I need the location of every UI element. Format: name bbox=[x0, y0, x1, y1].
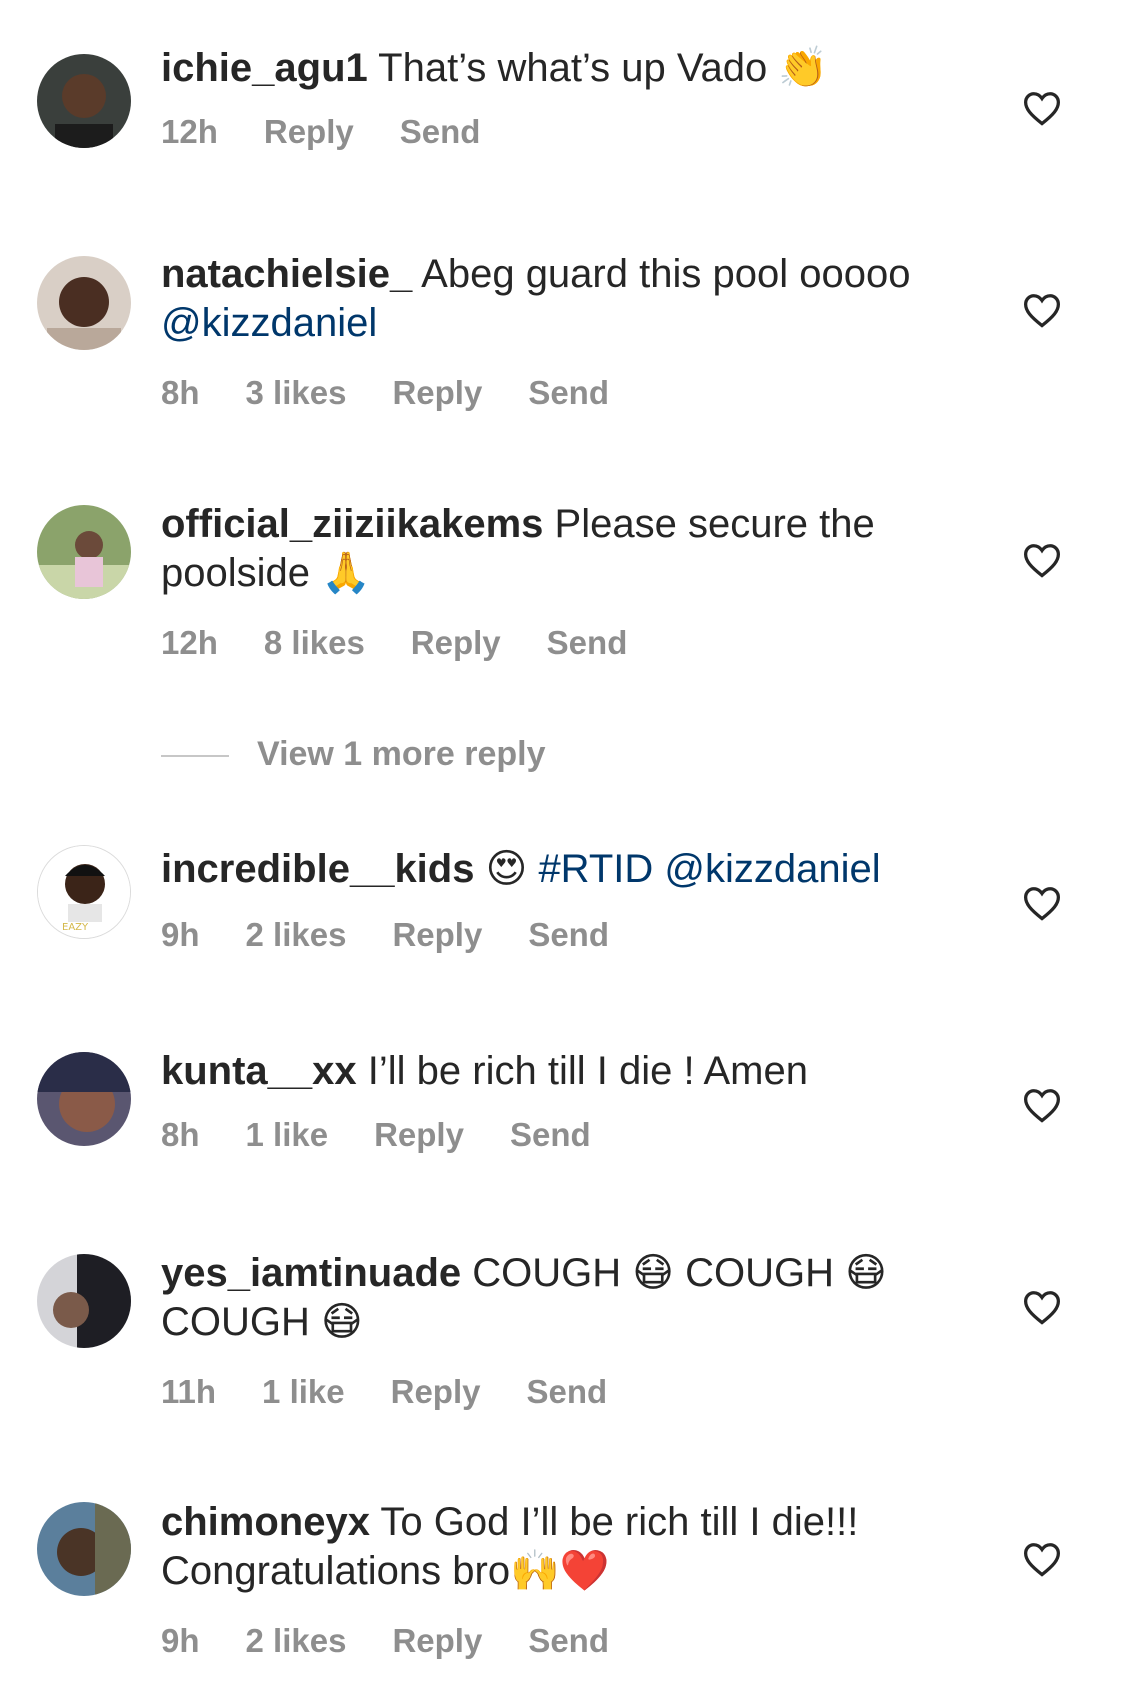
avatar[interactable] bbox=[37, 54, 131, 148]
reply-button[interactable]: Reply bbox=[411, 624, 501, 662]
avatar[interactable] bbox=[37, 1502, 131, 1596]
timestamp: 11h bbox=[161, 1373, 217, 1410]
username[interactable]: chimoneyx bbox=[161, 1500, 370, 1544]
raised-hands-emoji: 🙌 bbox=[510, 1548, 560, 1594]
avatar[interactable] bbox=[37, 1052, 131, 1146]
mask-emoji: 😷 bbox=[321, 1299, 363, 1345]
red-heart-emoji: ❤️ bbox=[559, 1548, 610, 1594]
mask-emoji: 😷 bbox=[632, 1250, 674, 1296]
reply-button[interactable]: Reply bbox=[392, 1622, 482, 1660]
username[interactable]: natachielsie_ bbox=[161, 252, 412, 296]
likes-count[interactable]: 8 likes bbox=[264, 624, 365, 662]
timestamp: 8h bbox=[161, 374, 200, 411]
reply-button[interactable]: Reply bbox=[392, 374, 482, 412]
heart-icon[interactable] bbox=[1022, 292, 1062, 328]
heart-eyes-emoji: 😍 bbox=[485, 846, 528, 892]
reply-button[interactable]: Reply bbox=[391, 1373, 481, 1411]
avatar[interactable] bbox=[37, 256, 131, 350]
reply-button[interactable]: Reply bbox=[374, 1116, 464, 1154]
username[interactable]: ichie_agu1 bbox=[161, 46, 368, 90]
heart-icon[interactable] bbox=[1022, 542, 1062, 578]
username[interactable]: yes_iamtinuade bbox=[161, 1251, 461, 1295]
comment-text: COUGH bbox=[161, 1300, 310, 1344]
heart-icon[interactable] bbox=[1022, 90, 1062, 126]
view-more-replies[interactable]: View 1 more reply bbox=[161, 735, 546, 774]
timestamp: 9h bbox=[161, 916, 200, 953]
send-button[interactable]: Send bbox=[527, 1373, 608, 1411]
avatar[interactable]: EAZY bbox=[37, 845, 131, 939]
avatar[interactable] bbox=[37, 1254, 131, 1348]
likes-count[interactable]: 3 likes bbox=[246, 374, 347, 412]
likes-count[interactable]: 1 like bbox=[262, 1373, 345, 1411]
timestamp: 12h bbox=[161, 113, 218, 150]
heart-icon[interactable] bbox=[1022, 1541, 1062, 1577]
comment-text: I’ll be rich till I die ! Amen bbox=[367, 1049, 808, 1093]
likes-count[interactable]: 2 likes bbox=[246, 916, 347, 954]
likes-count[interactable]: 2 likes bbox=[246, 1622, 347, 1660]
timestamp: 8h bbox=[161, 1116, 200, 1153]
heart-icon[interactable] bbox=[1022, 885, 1062, 921]
mask-emoji: 😷 bbox=[845, 1250, 887, 1296]
comment-text: COUGH bbox=[472, 1251, 622, 1295]
timestamp: 12h bbox=[161, 624, 218, 661]
pray-emoji: 🙏 bbox=[321, 550, 371, 596]
mention-link[interactable]: #RTID @kizzdaniel bbox=[538, 847, 880, 891]
reply-button[interactable]: Reply bbox=[392, 916, 482, 954]
send-button[interactable]: Send bbox=[400, 113, 481, 151]
svg-text:EAZY: EAZY bbox=[62, 922, 89, 933]
comment-text: That’s what’s up Vado bbox=[378, 46, 768, 90]
mention-link[interactable]: @kizzdaniel bbox=[161, 301, 377, 345]
heart-icon[interactable] bbox=[1022, 1289, 1062, 1325]
send-button[interactable]: Send bbox=[547, 624, 628, 662]
divider-line bbox=[161, 755, 229, 758]
likes-count[interactable]: 1 like bbox=[246, 1116, 329, 1154]
heart-icon[interactable] bbox=[1022, 1087, 1062, 1123]
timestamp: 9h bbox=[161, 1622, 200, 1659]
send-button[interactable]: Send bbox=[528, 374, 609, 412]
send-button[interactable]: Send bbox=[528, 1622, 609, 1660]
username[interactable]: incredible__kids bbox=[161, 847, 474, 891]
reply-button[interactable]: Reply bbox=[264, 113, 354, 151]
send-button[interactable]: Send bbox=[528, 916, 609, 954]
comment-text: COUGH bbox=[685, 1251, 834, 1295]
view-more-label[interactable]: View 1 more reply bbox=[257, 735, 546, 773]
username[interactable]: official_ziiziikakems bbox=[161, 502, 543, 546]
send-button[interactable]: Send bbox=[510, 1116, 591, 1154]
avatar[interactable] bbox=[37, 505, 131, 599]
username[interactable]: kunta__xx bbox=[161, 1049, 357, 1093]
clap-emoji: 👏 bbox=[778, 45, 829, 91]
comment-text: Abeg guard this pool ooooo bbox=[421, 252, 911, 296]
